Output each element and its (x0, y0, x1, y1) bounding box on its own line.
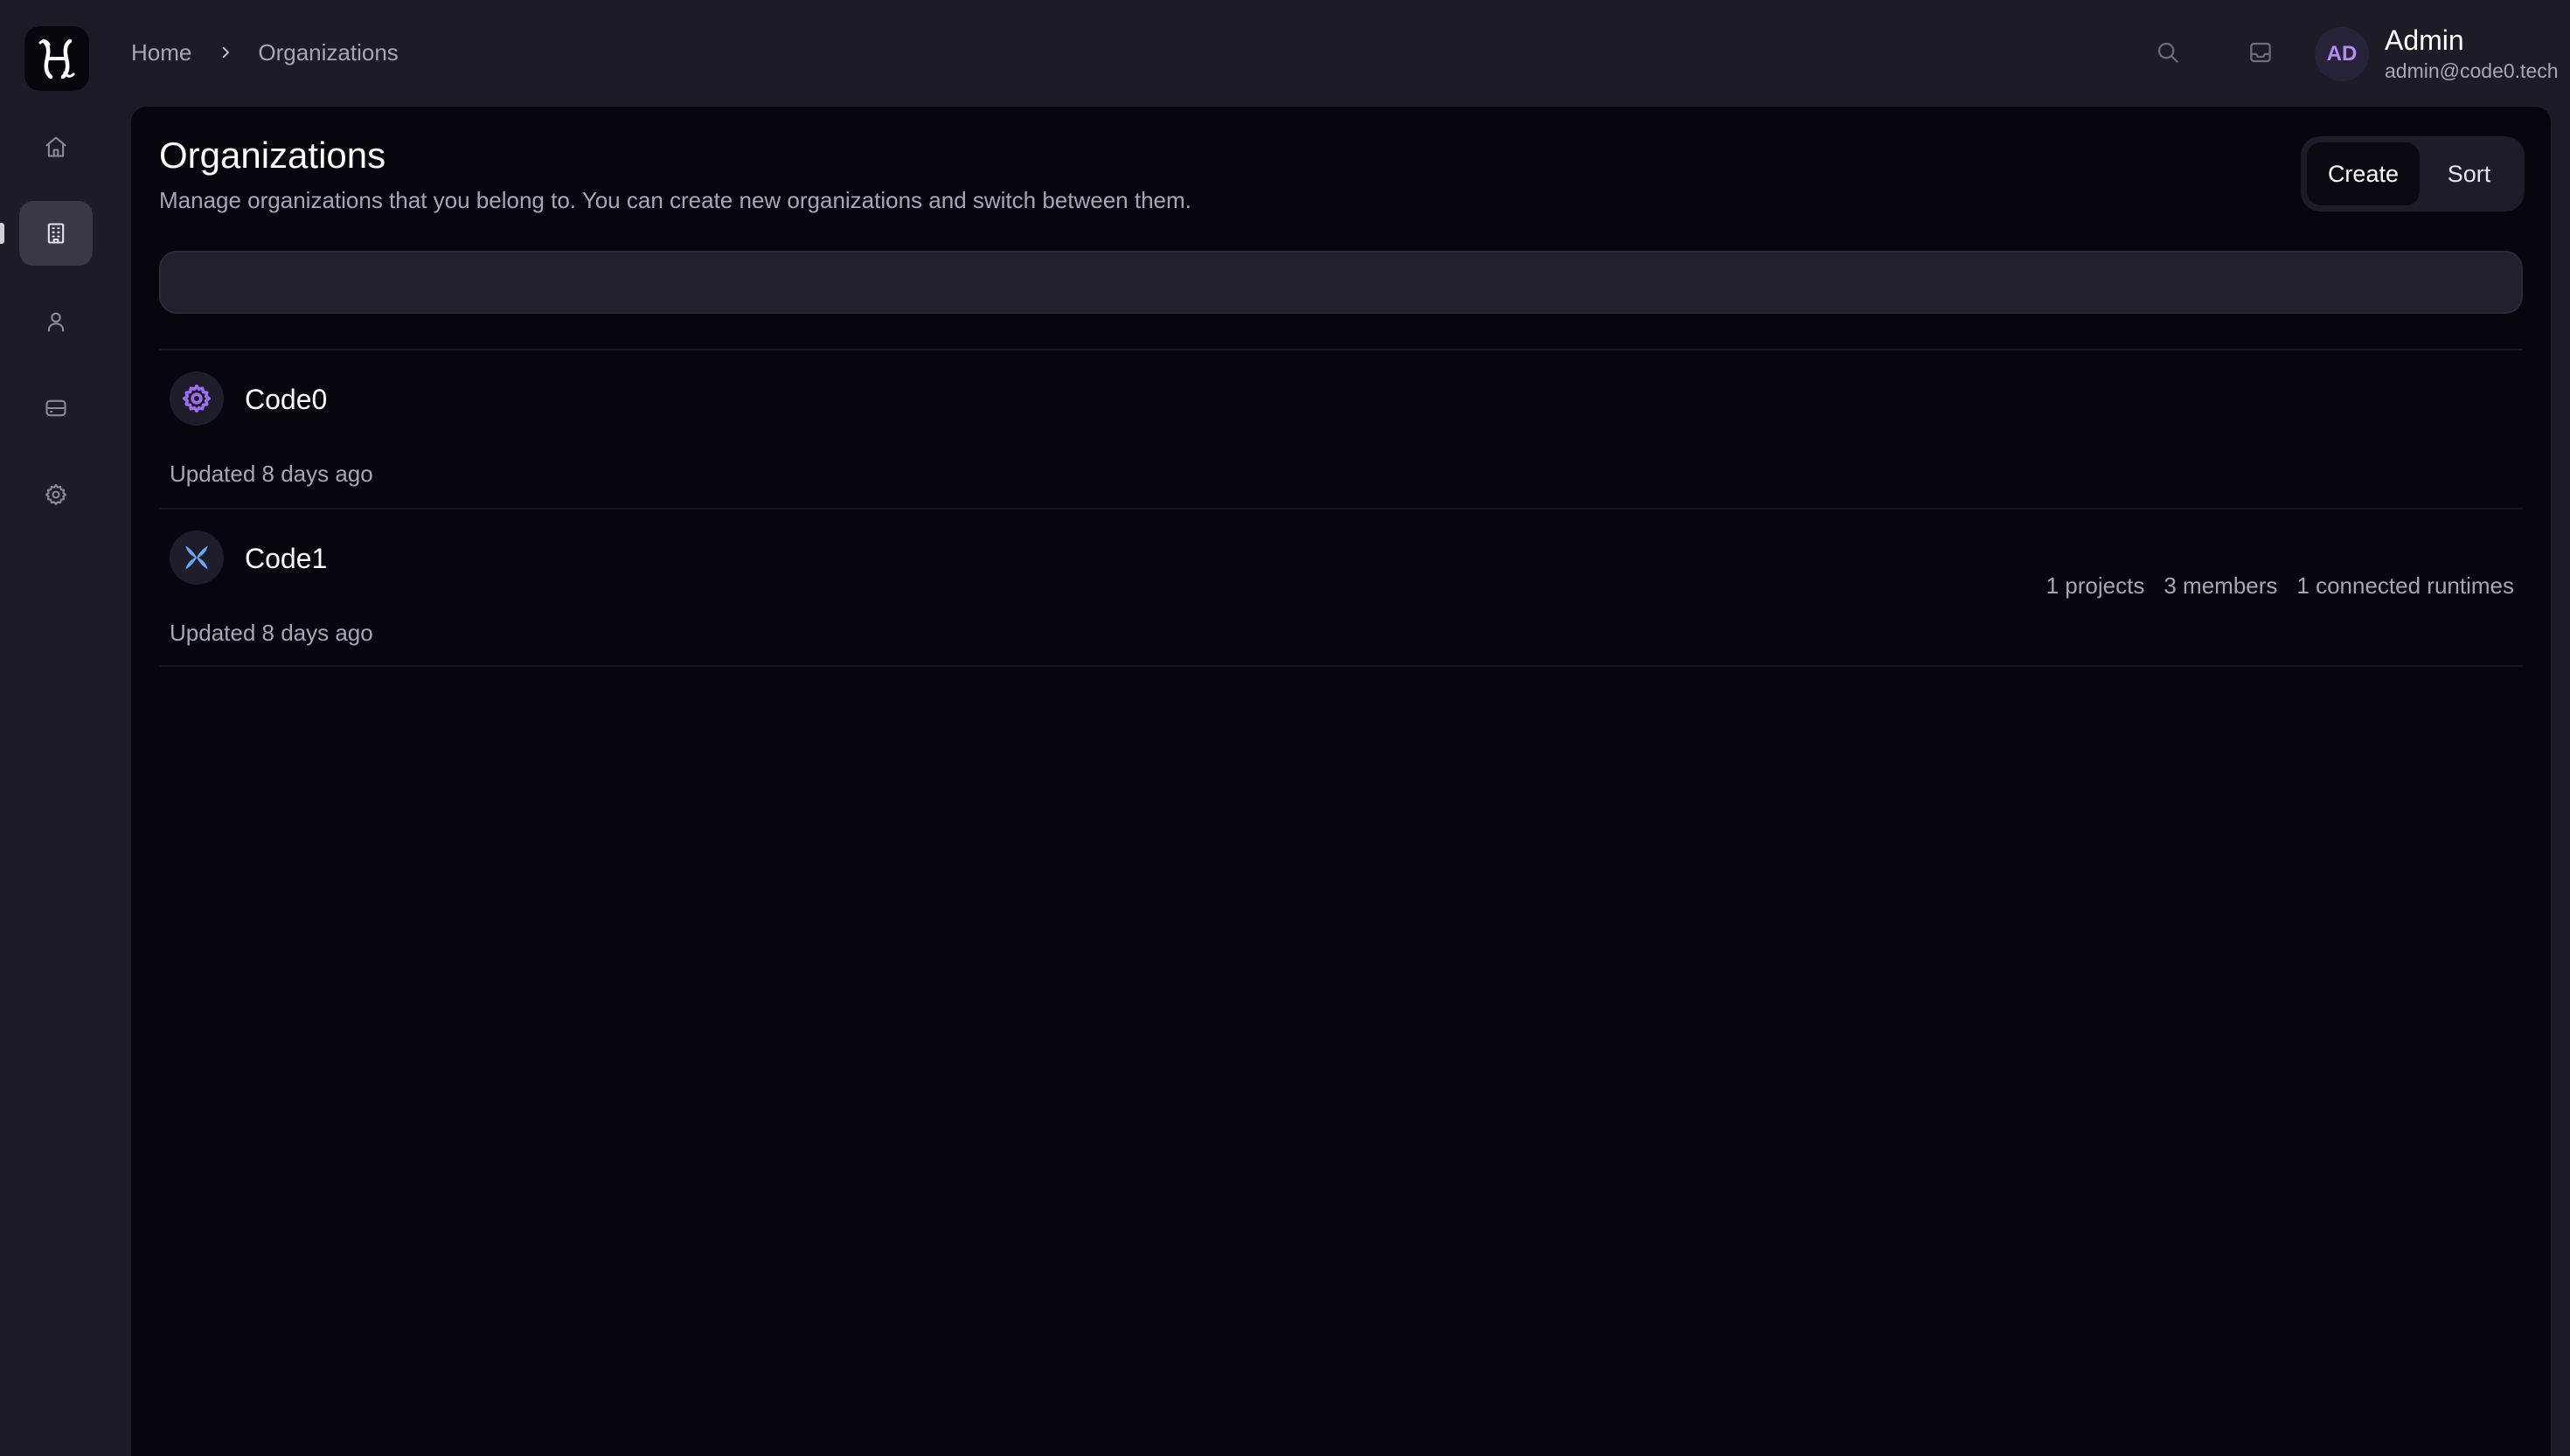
search-button[interactable] (2150, 35, 2185, 70)
chevron-right-icon (218, 45, 233, 60)
organization-updated: Updated 8 days ago (170, 461, 373, 487)
sidebar-item-home[interactable] (19, 114, 93, 179)
user-name: Admin (2385, 24, 2464, 56)
breadcrumb: Home Organizations (131, 35, 399, 70)
sidebar-item-users[interactable] (19, 289, 93, 354)
search-bar[interactable] (159, 251, 2523, 314)
organization-name: Code1 (245, 543, 328, 574)
projects-count: 1 projects (2046, 572, 2145, 599)
gear-icon (182, 384, 212, 413)
create-button[interactable]: Create (2307, 142, 2420, 205)
organization-row[interactable]: Code0 Updated 8 days ago (159, 349, 2523, 508)
x-icon (185, 545, 208, 570)
user-email: admin@code0.tech (2385, 59, 2559, 82)
organization-stats: 1 projects 3 members 1 connected runtime… (2046, 572, 2514, 600)
page-description: Manage organizations that you belong to.… (159, 187, 1191, 213)
members-count: 3 members (2164, 572, 2278, 599)
settings-icon (45, 483, 67, 506)
inbox-button[interactable] (2243, 35, 2278, 70)
organization-list: Code0 Updated 8 days ago Code1 Updated 8… (159, 349, 2523, 667)
page-title: Organizations (159, 135, 386, 176)
sidebar-item-runtimes[interactable] (19, 376, 93, 440)
sidebar-item-organizations[interactable] (19, 201, 93, 266)
building-icon (47, 223, 65, 244)
server-icon (45, 399, 66, 417)
organization-updated: Updated 8 days ago (170, 620, 373, 646)
home-icon (45, 136, 66, 157)
breadcrumb-current: Organizations (258, 38, 399, 66)
avatar[interactable]: AD (2315, 27, 2369, 81)
organization-name: Code0 (245, 384, 328, 415)
user-icon (47, 312, 65, 332)
active-nav-indicator (0, 223, 4, 244)
app-logo[interactable] (24, 26, 89, 91)
organization-row[interactable]: Code1 Updated 8 days ago 1 projects 3 me… (159, 508, 2523, 667)
organization-avatar (170, 530, 224, 585)
action-group: Create Sort (2301, 136, 2525, 211)
breadcrumb-home[interactable]: Home (131, 39, 191, 66)
search-input[interactable] (161, 253, 2521, 312)
sidebar (0, 0, 131, 1456)
sidebar-item-settings[interactable] (19, 462, 93, 527)
main-panel: Organizations Manage organizations that … (131, 107, 2551, 1456)
sort-button[interactable]: Sort (2420, 142, 2518, 205)
inbox-icon (2250, 42, 2271, 63)
runtimes-count: 1 connected runtimes (2296, 572, 2514, 599)
search-icon (2157, 42, 2178, 63)
logo-icon (38, 38, 75, 80)
organization-avatar (170, 371, 224, 426)
app-window: Home Organizations AD Admin admin@code0.… (0, 0, 2570, 1456)
